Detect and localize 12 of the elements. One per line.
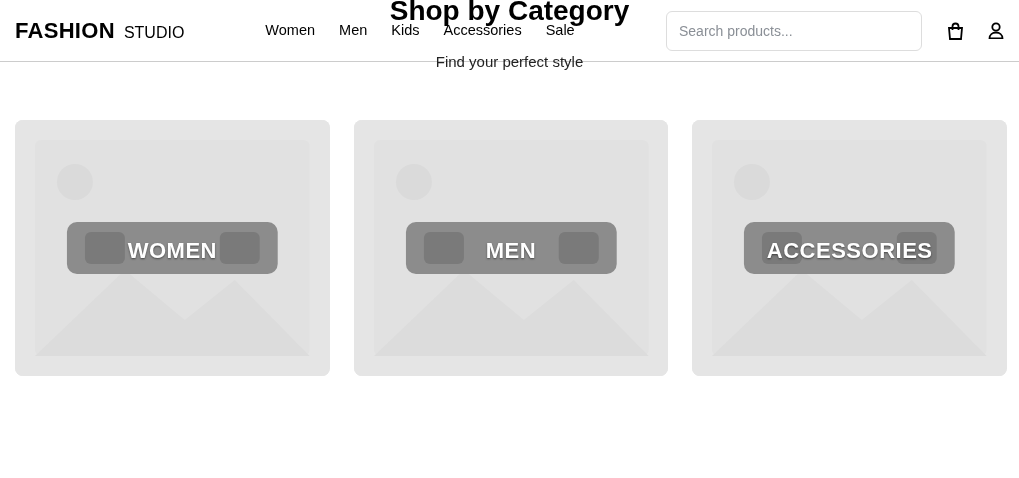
category-label: ACCESSORIES bbox=[766, 238, 933, 263]
shopping-bag-icon[interactable] bbox=[947, 21, 964, 40]
category-label: WOMEN bbox=[127, 238, 217, 263]
nav-link[interactable]: Men bbox=[339, 19, 368, 42]
nav-link[interactable]: Women bbox=[265, 19, 316, 42]
search-field[interactable]: Search products... bbox=[666, 10, 922, 51]
brand-name: FASHION bbox=[15, 17, 115, 45]
nav-link[interactable]: Kids bbox=[391, 19, 420, 42]
brand-suffix: STUDIO bbox=[123, 23, 185, 43]
section-subtitle: Find your perfect style bbox=[435, 53, 584, 70]
category-label: MEN bbox=[485, 238, 537, 263]
user-icon[interactable] bbox=[988, 22, 1004, 39]
